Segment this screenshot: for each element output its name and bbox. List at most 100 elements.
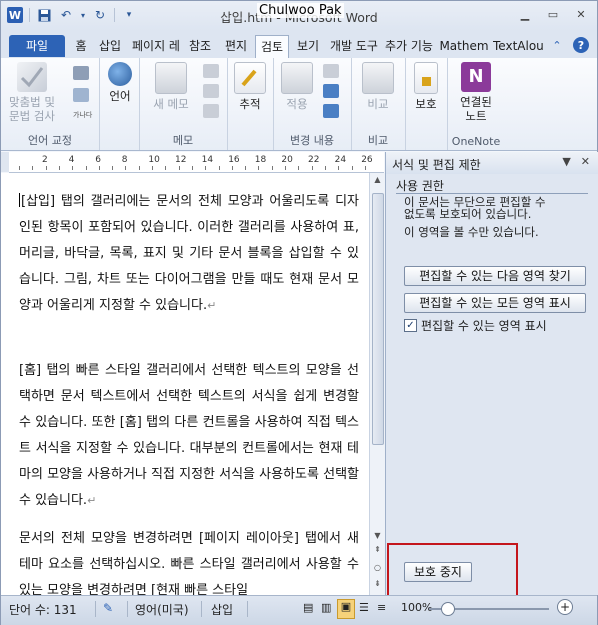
- paragraph-1[interactable]: [삽입] 탭의 갤러리에는 문서의 전체 모양과 어울리도록 디자인된 항목이 …: [19, 189, 359, 319]
- ruler-label: 4: [68, 155, 75, 165]
- ruler-label: 8: [121, 155, 128, 165]
- protect-button[interactable]: 보호: [409, 62, 443, 111]
- group-tracking: 추적: [227, 58, 274, 150]
- browse-object-icon[interactable]: ○: [371, 563, 384, 575]
- paragraph-3[interactable]: 문서의 전체 모양을 변경하려면 [페이지 레이아웃] 탭에서 새 테마 요소를…: [19, 526, 359, 595]
- word-count-icon[interactable]: 가나다: [73, 110, 93, 124]
- tab-references[interactable]: 참조: [185, 35, 215, 57]
- find-next-editable-region-button[interactable]: 편집할 수 있는 다음 영역 찾기: [404, 266, 586, 286]
- text-cursor: [19, 193, 20, 207]
- tab-insert[interactable]: 삽입: [95, 35, 125, 57]
- new-comment-label: 새 메모: [153, 97, 189, 111]
- show-all-editable-regions-button[interactable]: 편집할 수 있는 모든 영역 표시: [404, 293, 586, 313]
- language-label: 언어: [109, 89, 131, 103]
- language-status[interactable]: 영어(미국): [135, 601, 189, 618]
- web-layout-view-icon[interactable]: ▣: [337, 599, 355, 619]
- vertical-scrollbar[interactable]: ▲ ▼ ⇞ ○ ⇟: [369, 173, 385, 595]
- highlight-editable-regions-label: 편집할 수 있는 영역 표시: [421, 319, 547, 333]
- horizontal-ruler[interactable]: 2 4 6 8 10 12 14 16 18 20 22 24 26: [9, 152, 384, 173]
- accept-change-icon: [281, 62, 313, 94]
- paragraph-mark: ↵: [207, 299, 217, 312]
- minimize-icon[interactable]: ▁: [513, 5, 537, 23]
- print-layout-view-icon[interactable]: ▤: [303, 601, 313, 614]
- zoom-level[interactable]: 100%: [401, 601, 432, 614]
- previous-change-icon[interactable]: [323, 84, 339, 98]
- linked-notes-button[interactable]: N 연결된 노트: [451, 62, 501, 123]
- ruler-tick: [45, 166, 47, 170]
- tab-file[interactable]: 파일: [9, 35, 65, 57]
- document-area[interactable]: [삽입] 탭의 갤러리에는 문서의 전체 모양과 어울리도록 디자인된 항목이 …: [1, 173, 369, 595]
- ruler-tick: [298, 166, 300, 170]
- new-comment-button[interactable]: 새 메모: [143, 62, 199, 111]
- outline-view-icon[interactable]: ☰: [359, 601, 369, 614]
- previous-comment-icon[interactable]: [203, 84, 219, 98]
- next-change-icon[interactable]: [323, 104, 339, 118]
- help-icon[interactable]: ?: [573, 37, 589, 53]
- compare-button[interactable]: 비교: [357, 62, 399, 111]
- zoom-slider-handle[interactable]: [441, 602, 455, 616]
- tab-textaloud[interactable]: TextAlou: [493, 35, 543, 57]
- accept-button[interactable]: 적용: [277, 62, 317, 111]
- highlight-editable-regions-checkbox[interactable]: ✓ 편집할 수 있는 영역 표시: [404, 317, 547, 334]
- ruler-label: 22: [308, 155, 320, 165]
- language-button[interactable]: 언어: [103, 62, 137, 103]
- ruler-label: 16: [228, 155, 240, 165]
- pane-options-icon[interactable]: ▼: [562, 155, 570, 168]
- thesaurus-icon[interactable]: [73, 88, 89, 102]
- ribbon-help-controls: ⌃ ?: [549, 37, 589, 53]
- maximize-icon[interactable]: ▭: [541, 5, 565, 23]
- tab-mailings[interactable]: 편지: [221, 35, 251, 57]
- zoom-in-icon[interactable]: +: [557, 599, 573, 615]
- insert-mode-status[interactable]: 삽입: [211, 601, 233, 618]
- ruler-label: 10: [148, 155, 160, 165]
- ruler-tick: [311, 166, 313, 170]
- status-divider: [201, 601, 202, 617]
- tracking-button[interactable]: 추적: [231, 62, 269, 111]
- delete-comment-icon[interactable]: [203, 64, 219, 78]
- tab-mathematics[interactable]: Mathem: [439, 35, 489, 57]
- tab-view[interactable]: 보기: [293, 35, 323, 57]
- ruler-tick: [19, 166, 20, 170]
- ruler-label: 18: [254, 155, 267, 165]
- scroll-down-icon[interactable]: ▼: [371, 531, 384, 543]
- scroll-up-icon[interactable]: ▲: [371, 175, 384, 187]
- pane-close-icon[interactable]: ✕: [581, 155, 590, 168]
- paragraph-2[interactable]: [홈] 탭의 빠른 스타일 갤러리에서 선택한 텍스트의 모양을 선택하면 문서…: [19, 358, 359, 514]
- close-icon[interactable]: ✕: [569, 5, 593, 23]
- tab-home[interactable]: 홈: [71, 35, 91, 57]
- title-bar: W ↶ ▾ ↻ ▾ 삽입.htm - Microsoft Word Chulwo…: [1, 1, 597, 31]
- next-page-icon[interactable]: ⇟: [371, 579, 384, 591]
- ruler-tick: [218, 166, 220, 170]
- research-icon[interactable]: [73, 66, 89, 80]
- ruler-corner[interactable]: [1, 152, 9, 172]
- pane-header: 서식 및 편집 제한 ▼ ✕: [386, 152, 598, 174]
- group-changes: 적용 변경 내용: [273, 58, 352, 150]
- paragraph-mark: ↵: [87, 494, 97, 507]
- user-name-overlay: Chulwoo Pak: [257, 3, 344, 18]
- tab-page-layout[interactable]: 페이지 레: [131, 35, 181, 57]
- reject-change-icon[interactable]: [323, 64, 339, 78]
- tab-add-ins[interactable]: 추가 기능: [383, 35, 435, 57]
- word-count-status[interactable]: 단어 수: 131: [9, 601, 77, 618]
- next-comment-icon[interactable]: [203, 104, 219, 118]
- group-onenote: N 연결된 노트 OneNote: [447, 58, 505, 150]
- highlight-annotation-box: [387, 543, 518, 600]
- full-screen-view-icon[interactable]: ▥: [321, 601, 331, 614]
- scroll-thumb[interactable]: [372, 193, 384, 445]
- checkbox-check-icon[interactable]: ✓: [404, 319, 417, 332]
- ruler-label: 26: [361, 155, 373, 165]
- group-onenote-label: OneNote: [451, 135, 501, 148]
- draft-view-icon[interactable]: ≡: [377, 601, 386, 614]
- previous-page-icon[interactable]: ⇞: [371, 545, 384, 557]
- new-comment-icon: [155, 62, 187, 94]
- tab-review[interactable]: 검토: [255, 35, 289, 59]
- ruler-tick: [98, 166, 100, 170]
- tab-developer[interactable]: 개발 도구: [329, 35, 379, 57]
- ruler-tick: [245, 166, 247, 170]
- minimize-ribbon-icon[interactable]: ⌃: [549, 37, 565, 53]
- ruler-label: 12: [175, 155, 187, 165]
- proofing-status-icon[interactable]: ✎: [103, 601, 113, 615]
- spelling-grammar-button[interactable]: 맞춤법 및 문법 검사: [3, 62, 61, 123]
- ruler-label: 24: [334, 155, 347, 165]
- ruler-tick: [351, 166, 353, 170]
